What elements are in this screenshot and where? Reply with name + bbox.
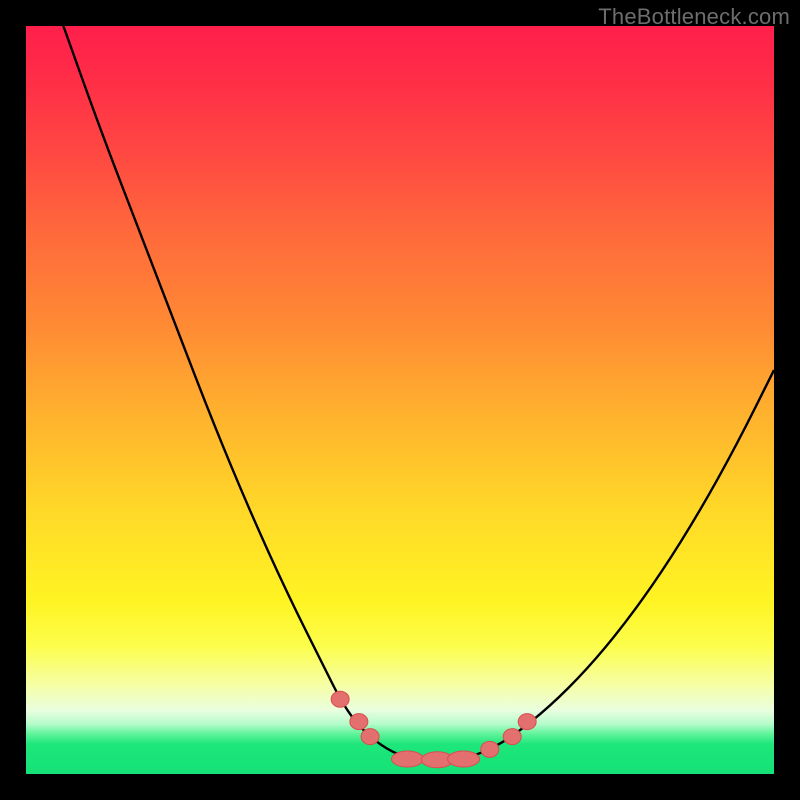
chart-plot-area (26, 26, 774, 774)
watermark-text: TheBottleneck.com (598, 4, 790, 30)
curve-marker (350, 714, 368, 730)
curve-marker (448, 751, 480, 767)
curve-marker (391, 751, 423, 767)
bottleneck-curve-path (26, 26, 774, 760)
curve-markers (331, 691, 536, 768)
curve-marker (518, 714, 536, 730)
curve-marker (421, 752, 453, 768)
bottleneck-curve-svg (26, 26, 774, 774)
curve-marker (331, 691, 349, 707)
curve-marker (503, 729, 521, 745)
curve-marker (481, 741, 499, 757)
curve-marker (361, 729, 379, 745)
chart-frame: TheBottleneck.com (0, 0, 800, 800)
